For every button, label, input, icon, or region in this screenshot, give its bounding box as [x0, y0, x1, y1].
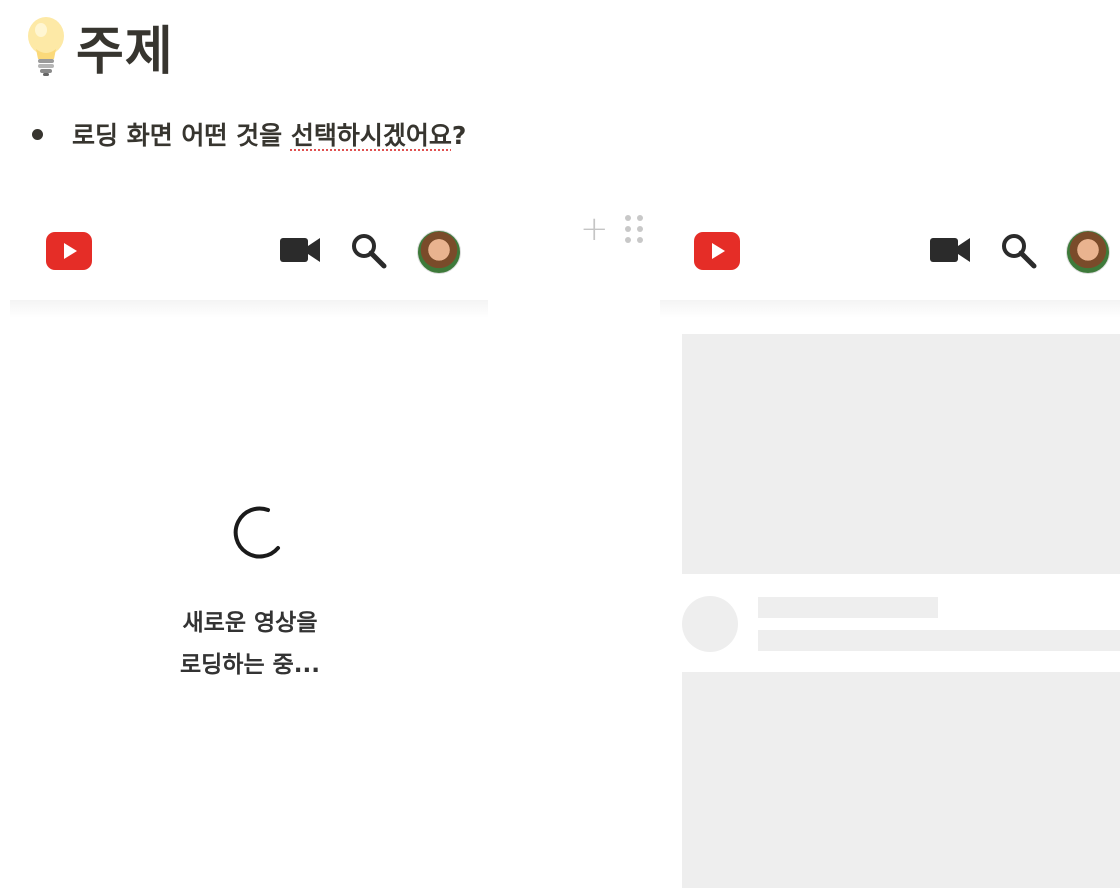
- bullet-text-end: ?: [451, 121, 467, 150]
- loading-text-line2: 로딩하는 중...: [179, 652, 321, 678]
- drag-dots-icon[interactable]: [624, 215, 643, 243]
- plus-icon[interactable]: +: [580, 212, 609, 246]
- search-icon[interactable]: [1000, 232, 1038, 270]
- avatar[interactable]: [417, 230, 461, 274]
- spellcheck-underlined-word[interactable]: 선택하시겠어요: [291, 121, 452, 150]
- youtube-logo-icon: [694, 232, 740, 270]
- block-handle: +: [580, 212, 643, 246]
- loading-spinner-icon: [233, 506, 280, 559]
- avatar[interactable]: [1066, 230, 1110, 274]
- video-camera-icon[interactable]: [280, 236, 320, 264]
- topbar-shadow: [660, 300, 1120, 318]
- bullet-dot: [32, 128, 43, 140]
- loading-spinner-mockup: 새로운 영상을 로딩하는 중...: [10, 212, 488, 896]
- skeleton-title-line: [758, 597, 938, 618]
- bullet-text-plain: 로딩 화면 어떤 것을: [72, 121, 291, 150]
- search-icon[interactable]: [350, 232, 388, 270]
- youtube-logo-icon: [46, 232, 92, 270]
- bullet-text[interactable]: 로딩 화면 어떤 것을 선택하시겠어요?: [72, 116, 466, 152]
- light-bulb-icon: [28, 17, 64, 76]
- skeleton-avatar: [682, 596, 738, 652]
- video-camera-icon[interactable]: [930, 236, 970, 264]
- skeleton-thumbnail: [682, 334, 1120, 574]
- mockup-topbar: [660, 212, 1120, 300]
- topbar-shadow: [10, 300, 488, 318]
- skeleton-mockup: [660, 212, 1120, 896]
- skeleton-thumbnail: [682, 672, 1120, 888]
- mockup-topbar: [10, 212, 488, 300]
- bullet-item[interactable]: 로딩 화면 어떤 것을 선택하시겠어요?: [32, 112, 466, 156]
- page-title: 주제: [76, 21, 174, 82]
- skeleton-subtitle-line: [758, 630, 1120, 651]
- loading-text-line1: 새로운 영상을: [182, 610, 318, 636]
- page-heading: 주제: [24, 14, 174, 82]
